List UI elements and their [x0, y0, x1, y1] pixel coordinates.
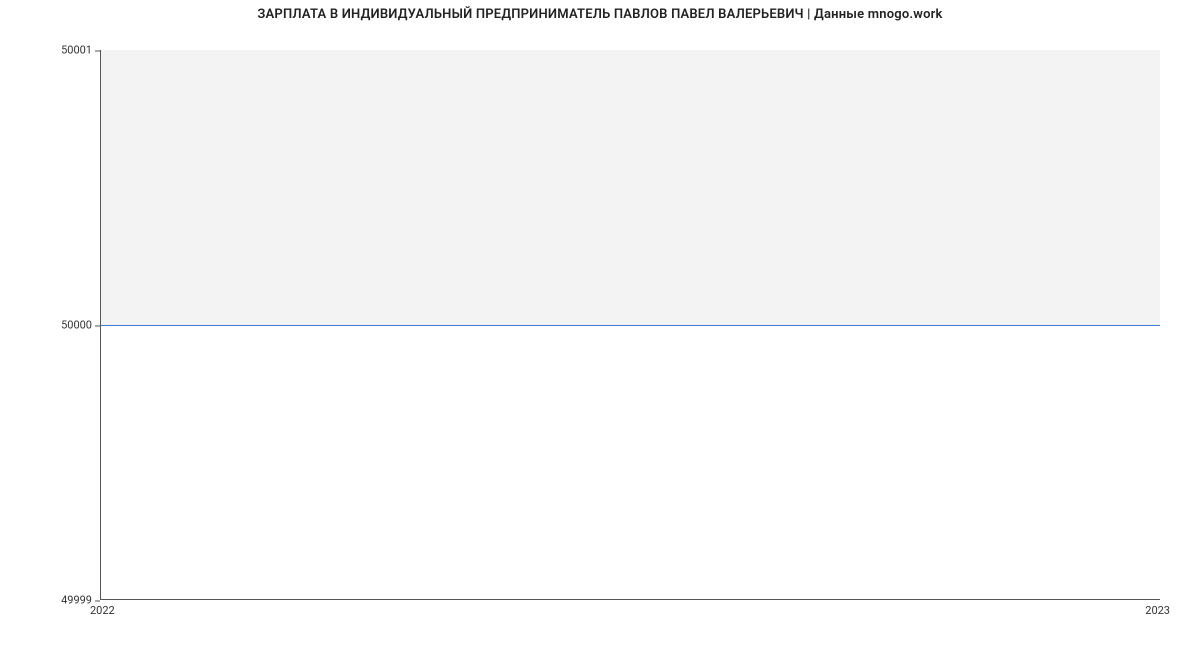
plot-area: 50001 50000 49999 2022 2023 — [100, 50, 1160, 600]
x-tick-label: 2023 — [1145, 600, 1170, 617]
chart-title: ЗАРПЛАТА В ИНДИВИДУАЛЬНЫЙ ПРЕДПРИНИМАТЕЛ… — [0, 7, 1200, 22]
y-tick-label: 50001 — [61, 44, 100, 57]
x-tick-label: 2022 — [90, 600, 115, 617]
y-tick-label: 50000 — [61, 319, 100, 332]
data-line — [100, 325, 1160, 326]
x-axis — [100, 599, 1160, 600]
area-fill — [100, 50, 1160, 325]
y-axis — [100, 50, 101, 600]
